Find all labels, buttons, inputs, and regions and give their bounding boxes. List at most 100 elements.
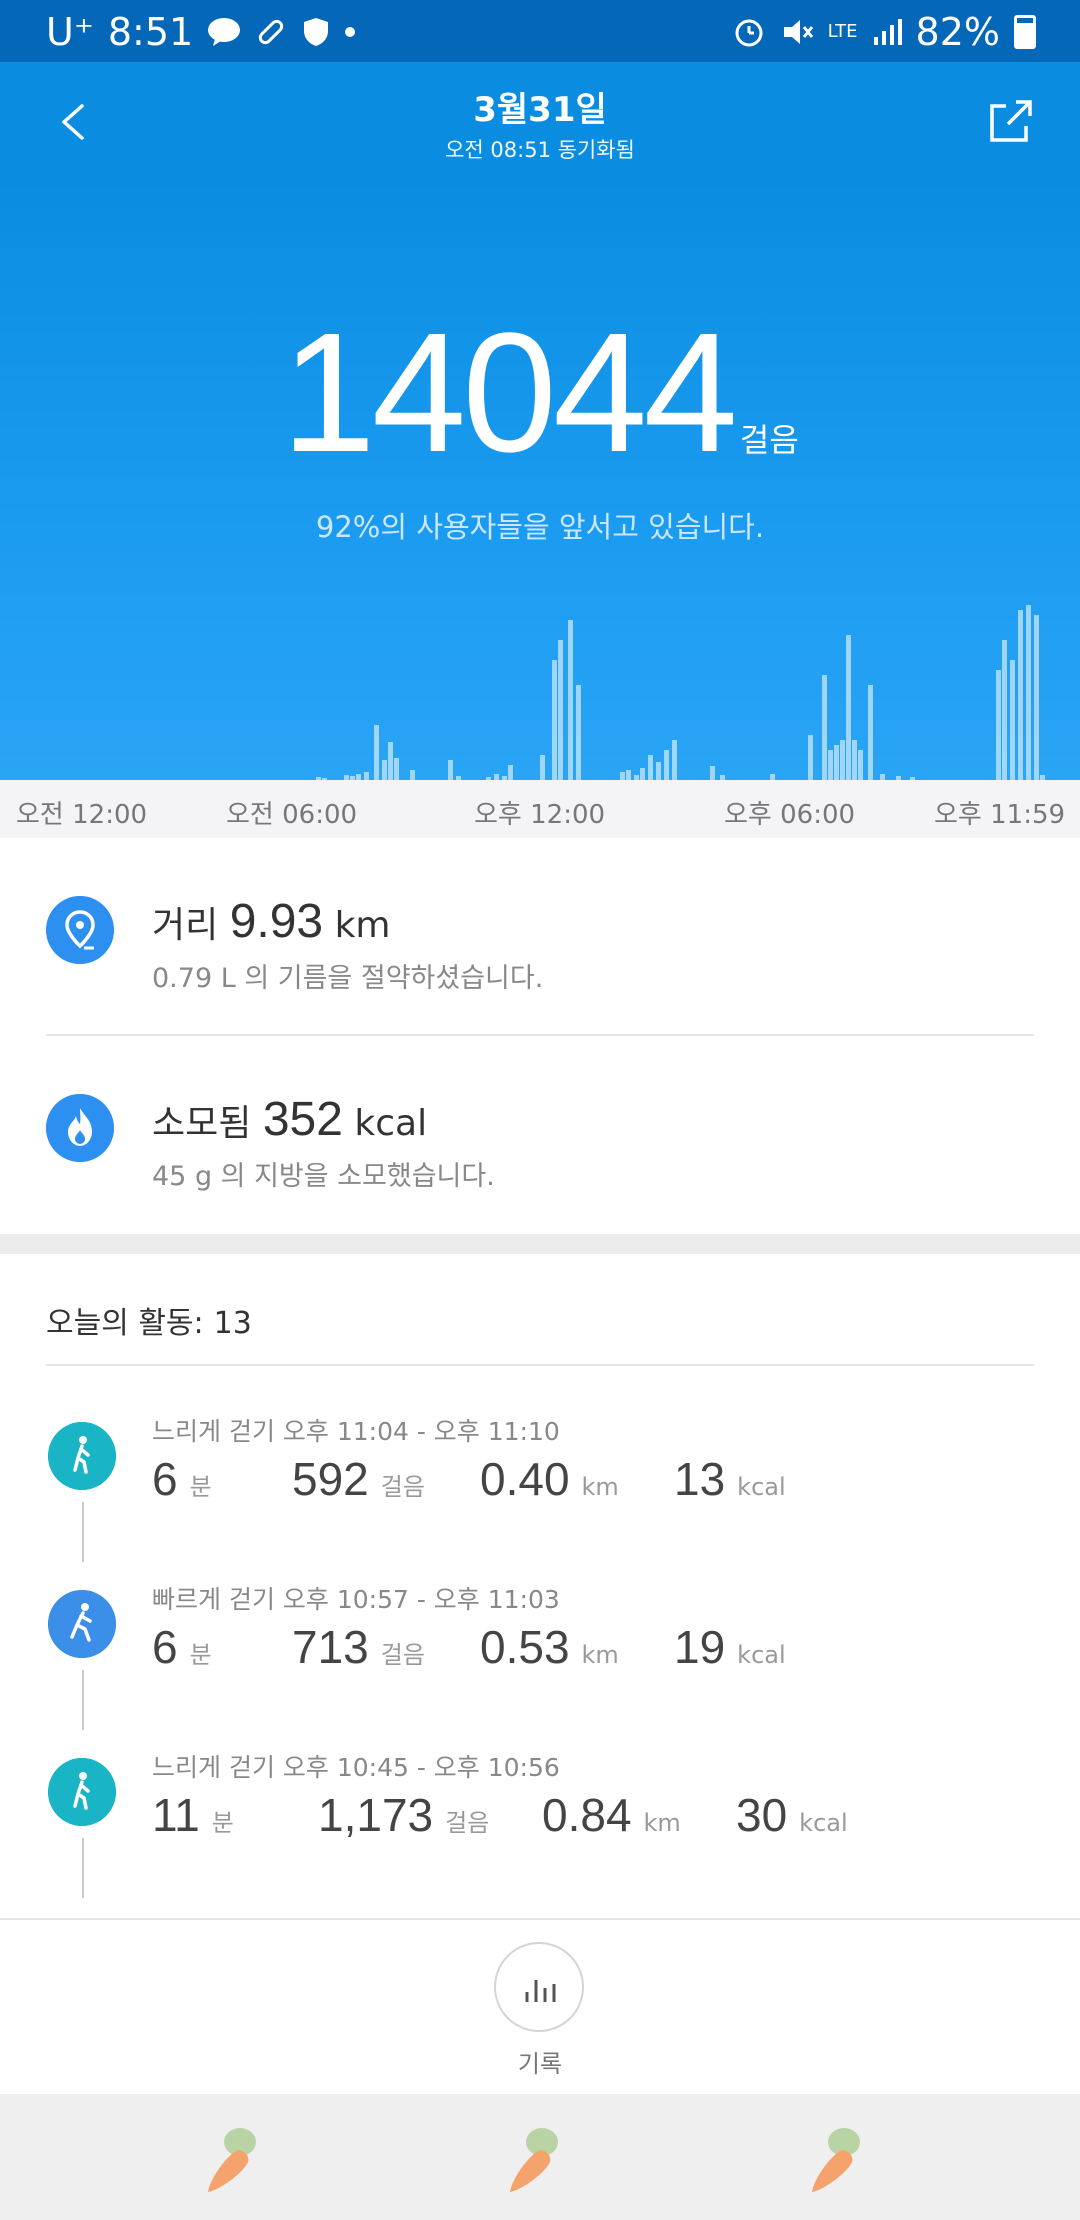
page-title: 3월31일 — [473, 90, 607, 130]
time-axis-label: 오전 06:00 — [226, 800, 358, 830]
activity-steps-value: 713 — [292, 1621, 369, 1673]
hourly-bar — [410, 770, 415, 780]
calories-unit: kcal — [354, 1103, 428, 1144]
hourly-bar — [1002, 640, 1007, 780]
distance-value: 9.93 — [229, 895, 324, 948]
time-axis: 오전 12:00 오전 06:00 오후 12:00 오후 06:00 오후 1… — [0, 780, 1080, 838]
calories-main: 소모됨 352 kcal — [152, 1092, 427, 1147]
hourly-bar — [1026, 605, 1031, 780]
activity-kcal-unit: kcal — [737, 1473, 786, 1501]
carrot-icon[interactable] — [802, 2120, 872, 2200]
activity-distance-value: 0.53 — [480, 1621, 570, 1673]
activity-kcal: 13 kcal — [674, 1452, 786, 1506]
signal-icon — [873, 19, 902, 45]
app-header: 3월31일 오전 08:51 동기화됨 — [0, 62, 1080, 180]
hourly-bar — [448, 760, 453, 780]
record-label: 기록 — [517, 2050, 563, 2078]
walk-fast-icon — [48, 1590, 116, 1658]
hourly-bar — [672, 740, 677, 780]
hourly-bar — [364, 772, 369, 780]
hourly-bar — [828, 750, 833, 780]
activity-label: 느리게 걷기 오후 11:04 - 오후 11:10 — [152, 1417, 560, 1446]
clock: 8:51 — [107, 10, 194, 54]
hourly-bar — [868, 685, 873, 780]
activity-minutes-unit: 분 — [189, 1473, 212, 1501]
activity-kcal: 30 kcal — [736, 1788, 848, 1842]
record-button[interactable] — [494, 1942, 584, 2032]
activity-distance: 0.84 km — [542, 1788, 681, 1842]
time-axis-label: 오후 12:00 — [474, 800, 606, 830]
activity-distance-unit: km — [643, 1809, 681, 1837]
pill-icon — [259, 19, 284, 45]
hourly-bar — [846, 635, 851, 780]
activity-distance: 0.53 km — [480, 1620, 619, 1674]
hourly-bar — [576, 685, 581, 780]
activity-section: 오늘의 활동: 13 느리게 걷기 오후 11:04 - 오후 11:10 6분 … — [0, 1254, 1080, 1918]
activity-kcal: 19 kcal — [674, 1620, 786, 1674]
activity-count: 13 — [213, 1306, 252, 1341]
sync-status: 오전 08:51 동기화됨 — [445, 138, 635, 162]
activity-steps-unit: 걸음 — [445, 1809, 490, 1837]
activity-item[interactable]: 느리게 걷기 오후 10:45 - 오후 10:56 11 분 1,173 걸음 0… — [0, 1748, 1080, 1916]
hourly-bar — [822, 675, 827, 780]
carrier-label: U⁺ — [46, 10, 94, 54]
hourly-bar — [388, 742, 393, 780]
hourly-bar — [808, 735, 813, 780]
status-right: LTE 82% — [732, 10, 1036, 54]
notification-dot — [345, 27, 356, 37]
time-axis-label: 오전 12:00 — [16, 800, 148, 830]
hourly-bar — [1010, 660, 1015, 780]
step-count-unit: 걸음 — [739, 421, 799, 459]
activity-steps-unit: 걸음 — [380, 1473, 425, 1501]
bar-chart-icon — [525, 1980, 556, 2002]
time-axis-label: 오후 11:59 — [934, 800, 1066, 830]
distance-unit: km — [334, 905, 391, 946]
hourly-bar — [394, 758, 399, 780]
divider — [46, 1364, 1034, 1366]
activity-minutes-value: 11 — [152, 1789, 200, 1841]
hourly-bar — [626, 770, 631, 780]
calories-label: 소모됨 — [152, 1103, 252, 1144]
emoji-tray — [0, 2094, 1080, 2220]
activity-kcal-unit: kcal — [737, 1641, 786, 1669]
status-left: U⁺ 8:51 — [46, 10, 356, 54]
share-button[interactable] — [986, 96, 1036, 146]
distance-row[interactable]: 거리 9.93 km 0.79 L 의 기름을 절약하셨습니다. — [0, 838, 1080, 1018]
step-count-value: 14044 — [281, 298, 738, 488]
hourly-bar — [508, 765, 513, 780]
location-icon — [46, 896, 114, 964]
status-bar: U⁺ 8:51 LTE 82% — [0, 0, 1080, 62]
activity-kcal-value: 30 — [736, 1789, 788, 1841]
activity-item[interactable]: 빠르게 걷기 오후 10:57 - 오후 11:03 6분 713 걸음 0.53… — [0, 1580, 1080, 1748]
hourly-bar — [374, 725, 379, 780]
hourly-bar — [834, 745, 839, 780]
network-label: LTE — [827, 21, 858, 42]
activity-item[interactable]: 느리게 걷기 오후 11:04 - 오후 11:10 6분 592 걸음 0.40… — [0, 1412, 1080, 1580]
step-count: 14044 걸음 — [0, 308, 1080, 478]
distance-sub: 0.79 L 의 기름을 절약하셨습니다. — [152, 963, 544, 994]
record-bar: 기록 — [0, 1918, 1080, 2094]
activity-title: 오늘의 활동: 13 — [46, 1298, 252, 1342]
battery-percent: 82% — [915, 10, 1000, 54]
percentile-text: 92%의 사용자들을 앞서고 있습니다. — [315, 510, 765, 544]
activity-distance-value: 0.84 — [542, 1789, 632, 1841]
calories-row[interactable]: 소모됨 352 kcal 45 g 의 지방을 소모했습니다. — [0, 1036, 1080, 1216]
activity-label: 빠르게 걷기 오후 10:57 - 오후 11:03 — [152, 1585, 560, 1614]
carrot-icon[interactable] — [500, 2120, 570, 2200]
hourly-bar — [540, 755, 545, 780]
hourly-bar — [996, 670, 1001, 780]
activity-steps-unit: 걸음 — [380, 1641, 425, 1669]
hourly-bar — [558, 640, 563, 780]
activity-kcal-value: 13 — [674, 1453, 726, 1505]
carrot-icon[interactable] — [198, 2120, 268, 2200]
timeline-connector — [82, 1502, 84, 1562]
activity-distance-unit: km — [581, 1473, 619, 1501]
activity-kcal-value: 19 — [674, 1621, 726, 1673]
mute-icon — [783, 20, 813, 44]
activity-steps: 713 걸음 — [292, 1620, 425, 1674]
hourly-bar — [840, 740, 845, 780]
activity-minutes-unit: 분 — [211, 1809, 234, 1837]
activity-steps-value: 592 — [292, 1453, 369, 1505]
activity-minutes-unit: 분 — [189, 1641, 212, 1669]
hourly-bar — [656, 762, 661, 780]
